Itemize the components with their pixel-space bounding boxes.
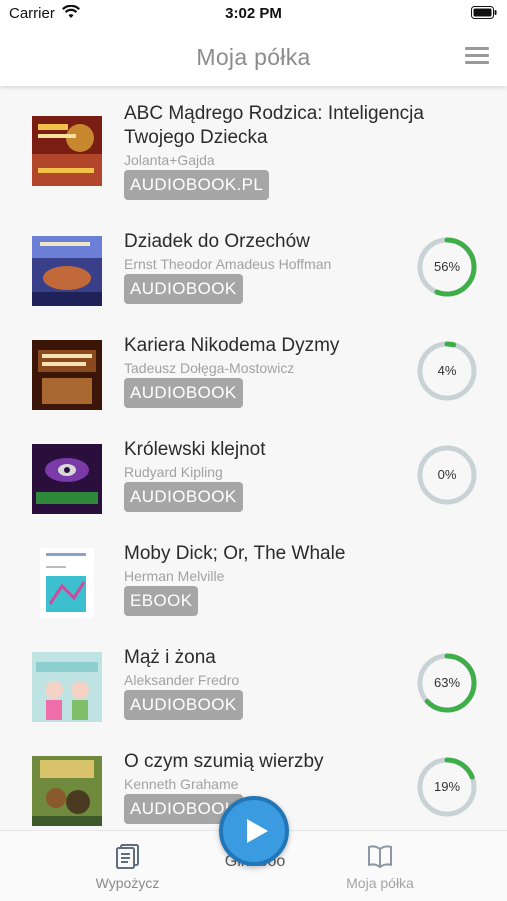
book-author: Kenneth Grahame <box>124 776 239 792</box>
book-author: Aleksander Fredro <box>124 672 240 688</box>
battery-icon <box>471 6 497 19</box>
format-badge: AUDIOBOOK <box>124 482 243 512</box>
play-icon <box>247 819 268 843</box>
open-book-icon <box>368 845 392 868</box>
progress-label: 56% <box>433 259 461 274</box>
book-cover <box>32 116 102 186</box>
hamburger-menu-icon[interactable] <box>465 47 489 67</box>
book-author: Tadeusz Dołęga-Mostowicz <box>124 360 295 376</box>
book-title: O czym szumią wierzby <box>124 751 324 772</box>
progress-label: 4% <box>437 363 457 378</box>
book-author: Rudyard Kipling <box>124 464 223 480</box>
clock: 3:02 PM <box>225 5 282 22</box>
book-title: Dziadek do Orzechów <box>124 231 310 252</box>
list-item[interactable]: ABC Mądrego Rodzica: Inteligencja Twojeg… <box>0 100 507 204</box>
book-author: Ernst Theodor Amadeus Hoffman <box>124 256 332 272</box>
tab-label: Wypożycz <box>95 875 160 891</box>
book-title: Moby Dick; Or, The Whale <box>124 543 346 564</box>
progress-label: 19% <box>433 779 461 794</box>
shelf-list[interactable]: ABC Mądrego Rodzica: Inteligencja Twojeg… <box>0 86 507 830</box>
book-cover <box>32 340 102 410</box>
tab-wypozycz[interactable]: Wypożycz <box>70 831 185 901</box>
progress-ring: 56% <box>416 236 478 298</box>
header: Moja półka <box>0 28 507 86</box>
progress-label: 63% <box>433 675 461 690</box>
list-item[interactable]: Mąż i żona Aleksander Fredro AUDIOBOOK 6… <box>0 620 507 724</box>
book-title: Kariera Nikodema Dyzmy <box>124 335 340 356</box>
progress-ring: 63% <box>416 652 478 714</box>
book-cover <box>32 756 102 826</box>
progress-ring: 4% <box>416 340 478 402</box>
status-bar: Carrier 3:02 PM <box>0 0 507 28</box>
format-badge: EBOOK <box>124 586 199 616</box>
book-author: Herman Melville <box>124 568 225 584</box>
book-cover <box>32 236 102 306</box>
page-title: Moja półka <box>196 44 311 70</box>
list-item[interactable]: Królewski klejnot Rudyard Kipling AUDIOB… <box>0 412 507 516</box>
list-item[interactable]: Dziadek do Orzechów Ernst Theodor Amadeu… <box>0 204 507 308</box>
tab-moja-polka[interactable]: Moja półka <box>320 831 440 901</box>
format-badge: AUDIOBOOK <box>124 378 243 408</box>
format-badge: AUDIOBOOK <box>124 274 243 304</box>
book-title: Mąż i żona <box>124 647 216 668</box>
book-title: ABC Mądrego Rodzica: Inteligencja Twojeg… <box>124 103 424 148</box>
list-item[interactable]: Moby Dick; Or, The Whale Herman Melville… <box>0 516 507 620</box>
book-cover <box>32 548 102 618</box>
progress-ring: 19% <box>416 756 478 818</box>
progress-label: 0% <box>437 467 457 482</box>
book-cover <box>32 652 102 722</box>
format-badge: AUDIOBOOK.PL <box>124 170 270 200</box>
play-button[interactable] <box>219 796 289 866</box>
book-author: Jolanta+Gajda <box>124 152 215 168</box>
book-title: Królewski klejnot <box>124 439 266 460</box>
book-cover <box>32 444 102 514</box>
list-item[interactable]: Kariera Nikodema Dyzmy Tadeusz Dołęga-Mo… <box>0 308 507 412</box>
progress-ring: 0% <box>416 444 478 506</box>
format-badge: AUDIOBOOK <box>124 690 243 720</box>
books-icon <box>115 844 139 869</box>
tab-label: Moja półka <box>346 875 414 891</box>
